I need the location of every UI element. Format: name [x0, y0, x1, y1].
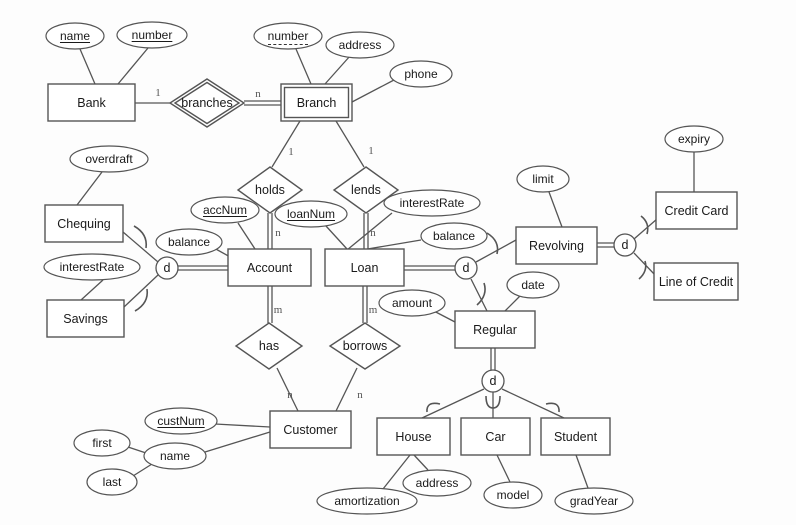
entity-box-bank[interactable] — [47, 83, 136, 122]
attribute-ellipse-customer-last[interactable] — [86, 468, 138, 496]
link-branch-address — [324, 55, 351, 85]
link-loan-loannum — [325, 225, 348, 250]
entity-box-chequing[interactable] — [44, 204, 124, 243]
attribute-ellipse-branch-number[interactable] — [253, 22, 323, 50]
link-loan-interestrate — [346, 212, 393, 251]
link-branch-number — [295, 48, 312, 85]
specialization-circle-loan-spec[interactable] — [454, 256, 478, 280]
link-branch-holds — [271, 120, 301, 168]
specialization-circle-revolving-spec[interactable] — [613, 233, 637, 257]
link-name-last — [132, 463, 153, 477]
link-branch-phone — [351, 79, 395, 103]
subset-arc-chequing — [133, 225, 148, 249]
diagram-connectors — [43, 21, 739, 515]
attribute-ellipse-customer-name[interactable] — [143, 442, 207, 470]
attribute-ellipse-loan-loannum[interactable] — [274, 200, 348, 228]
link-account-accnum — [237, 222, 256, 250]
link-bank-name — [79, 48, 96, 85]
attribute-ellipse-student-gradyear[interactable] — [554, 487, 634, 515]
entity-box-lineofcredit[interactable] — [653, 262, 739, 301]
entity-box-customer[interactable] — [269, 410, 352, 449]
attribute-ellipse-bank-number[interactable] — [116, 21, 188, 49]
attribute-ellipse-bank-name[interactable] — [45, 22, 105, 50]
relationship-diamond-borrows[interactable] — [328, 322, 402, 370]
link-spec-chequing — [122, 231, 159, 263]
link-customer-custnum — [214, 423, 271, 428]
entity-box-regular[interactable] — [454, 310, 536, 349]
er-diagram-canvas: Bank Branch Chequing Savings Account Loan Revo… — [0, 0, 796, 525]
attribute-ellipse-house-amortization[interactable] — [316, 487, 418, 515]
relationship-diamond-has[interactable] — [234, 322, 304, 370]
link-branch-lends — [335, 120, 365, 168]
link-bank-number — [117, 47, 149, 85]
attribute-ellipse-branch-phone[interactable] — [389, 60, 453, 88]
attribute-ellipse-savings-irate[interactable] — [43, 253, 141, 281]
link-regular-date — [504, 295, 521, 312]
link-name-first — [127, 446, 147, 454]
entity-box-creditcard[interactable] — [655, 191, 738, 230]
weak-entity-inner-branch — [283, 86, 350, 119]
entity-box-loan[interactable] — [324, 248, 405, 287]
link-spec-savings — [123, 274, 159, 308]
link-borrows-customer — [335, 367, 358, 412]
attribute-ellipse-regular-date[interactable] — [506, 271, 560, 299]
attribute-ellipse-loan-amount[interactable] — [378, 289, 446, 317]
entity-box-account[interactable] — [227, 248, 312, 287]
link-house-address — [413, 454, 429, 471]
specialization-circle-regular-spec[interactable] — [481, 369, 505, 393]
entity-box-car[interactable] — [460, 417, 531, 456]
attribute-ellipse-loan-balance[interactable] — [420, 222, 488, 250]
attribute-ellipse-account-balance[interactable] — [155, 228, 223, 256]
attribute-ellipse-creditcard-expiry[interactable] — [664, 125, 724, 153]
entity-box-revolving[interactable] — [515, 226, 598, 265]
specialization-circle-account-spec[interactable] — [155, 256, 179, 280]
link-student-gradyear — [575, 454, 589, 489]
attribute-ellipse-customer-custnum[interactable] — [144, 407, 218, 435]
link-customer-name — [204, 431, 271, 453]
identifying-diamond-inner-branches — [173, 81, 241, 125]
entity-box-savings[interactable] — [46, 299, 125, 338]
link-car-model — [496, 454, 511, 483]
attribute-ellipse-car-model[interactable] — [483, 481, 543, 509]
entity-box-student[interactable] — [540, 417, 611, 456]
entity-box-house[interactable] — [376, 417, 451, 456]
link-revolving-limit — [548, 191, 563, 228]
attribute-ellipse-branch-address[interactable] — [325, 31, 395, 59]
link-has-customer — [276, 367, 299, 412]
attribute-ellipse-chequing-overdraft[interactable] — [69, 145, 149, 173]
attribute-ellipse-house-address[interactable] — [402, 469, 472, 497]
link-savings-interestrate — [80, 279, 104, 301]
attribute-ellipse-revolving-limit[interactable] — [516, 165, 570, 193]
attribute-ellipse-account-accnum[interactable] — [190, 196, 260, 224]
link-chequing-overdraft — [76, 171, 103, 206]
subset-arc-savings — [134, 288, 149, 312]
attribute-ellipse-customer-first[interactable] — [73, 429, 131, 457]
attribute-ellipse-loan-irate[interactable] — [383, 189, 481, 217]
